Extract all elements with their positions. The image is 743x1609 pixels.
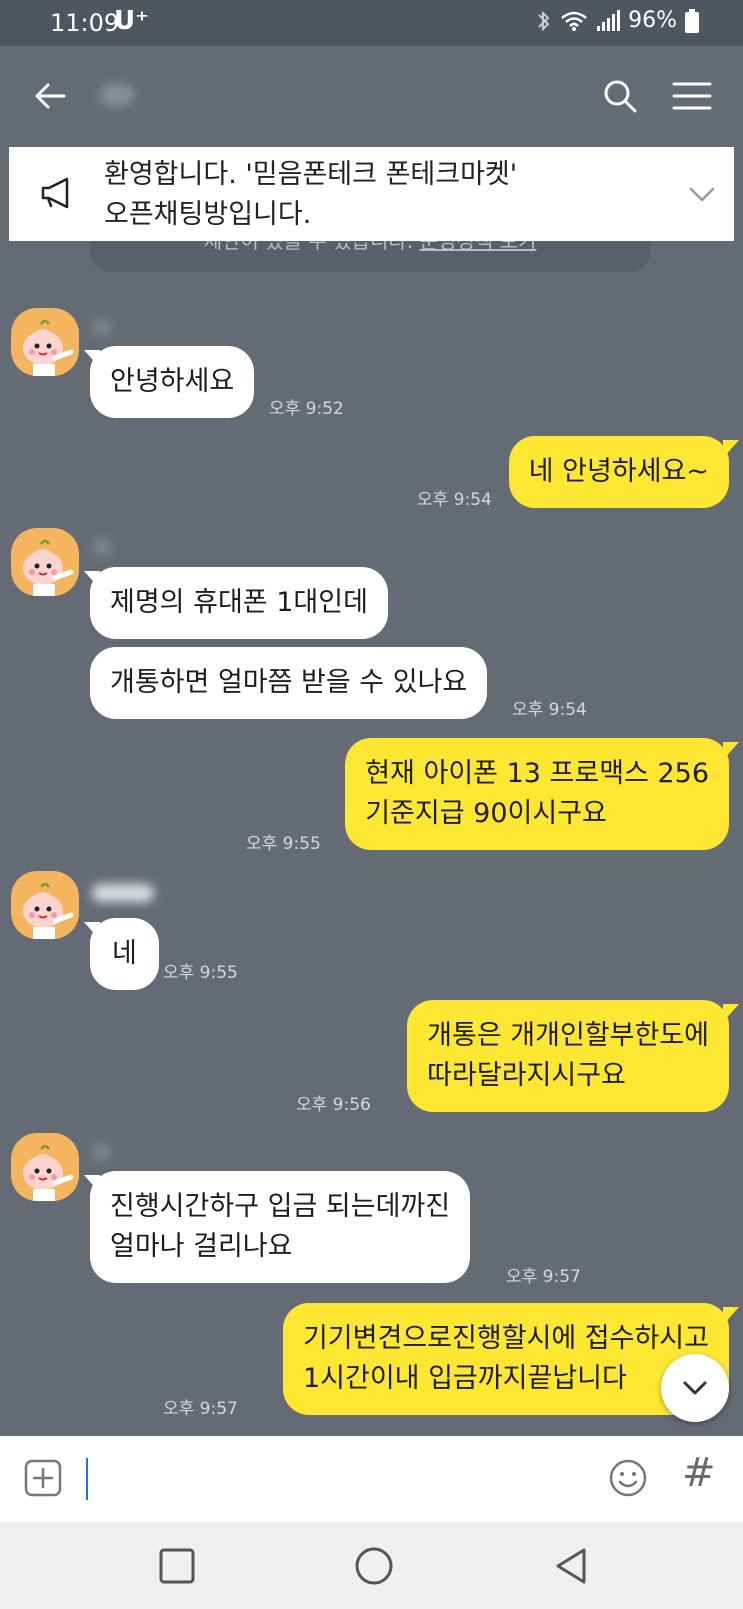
message-bubble-outgoing[interactable]: 네 안녕하세요~ (508, 436, 729, 508)
message-bubble-outgoing[interactable]: 개통은 개개인할부한도에 따라달라지시구요 (407, 1000, 729, 1112)
status-bar: 11:09 U⁺ 96% (0, 0, 743, 46)
signal-icon (597, 9, 621, 31)
message-text: 개통하면 얼마쯤 받을 수 있나요 (110, 667, 468, 698)
recent-apps-icon[interactable] (155, 1544, 199, 1588)
back-arrow-icon[interactable] (30, 76, 70, 116)
avatar[interactable] (11, 308, 79, 376)
message-bubble-incoming[interactable]: 진행시간하구 입금 되는데까진 얼마나 걸리나요 (90, 1171, 471, 1283)
hashtag-button[interactable]: # (682, 1450, 722, 1500)
status-time: 11:09 (50, 9, 120, 37)
back-nav-icon[interactable] (550, 1544, 594, 1588)
search-icon[interactable] (600, 76, 640, 116)
message-text: 현재 아이폰 13 프로맥스 256 기준지급 90이시구요 (365, 758, 709, 829)
avatar[interactable] (11, 1133, 79, 1201)
chat-room-title (100, 84, 134, 106)
sender-name (92, 538, 112, 556)
battery-icon (685, 8, 699, 33)
notice-subtext: 제안이 있을 수 있습니다. 운영정책 보기 (90, 238, 650, 272)
sender-name (92, 884, 154, 902)
message-bubble-outgoing[interactable]: 현재 아이폰 13 프로맥스 256 기준지급 90이시구요 (345, 738, 729, 850)
message-bubble-incoming[interactable]: 제명의 휴대폰 1대인데 (90, 567, 388, 639)
message-time: 오후 9:55 (246, 834, 321, 854)
notice-text: 환영합니다. '믿음폰테크 폰테크마켓' 오픈채팅방입니다. (104, 159, 518, 230)
chat-header (0, 46, 743, 146)
sender-name (92, 318, 112, 336)
message-bubble-incoming[interactable]: 네 (90, 918, 159, 990)
peach-avatar-icon (23, 882, 74, 939)
status-carrier: U⁺ (114, 6, 149, 36)
message-text: 네 (112, 938, 137, 969)
avatar[interactable] (11, 528, 79, 596)
emoji-icon[interactable] (608, 1458, 648, 1498)
sender-name (92, 1143, 112, 1161)
status-icons: 96% (536, 8, 699, 33)
message-bubble-incoming[interactable]: 안녕하세요 (90, 346, 255, 418)
avatar[interactable] (11, 871, 79, 939)
message-text: 네 안녕하세요~ (528, 456, 709, 487)
message-time: 오후 9:54 (512, 700, 587, 720)
message-text: 기기변견으로진행할시에 접수하시고 1시간이내 입금까지끝납니다 (302, 1323, 709, 1394)
battery-percent: 96% (628, 8, 677, 33)
message-time: 오후 9:55 (163, 963, 238, 983)
text-caret (86, 1458, 88, 1500)
bluetooth-icon (538, 10, 550, 31)
message-time: 오후 9:54 (417, 490, 492, 510)
scroll-to-bottom-button[interactable] (661, 1354, 729, 1422)
message-time: 오후 9:52 (269, 399, 344, 419)
peach-avatar-icon (23, 319, 74, 376)
wifi-icon (561, 11, 587, 31)
plus-icon[interactable] (24, 1459, 62, 1497)
peach-avatar-icon (23, 539, 74, 596)
message-time: 오후 9:57 (506, 1267, 581, 1287)
home-icon[interactable] (352, 1544, 396, 1588)
megaphone-icon (41, 177, 69, 209)
message-text: 개통은 개개인할부한도에 따라달라지시구요 (427, 1020, 709, 1091)
message-bubble-incoming[interactable]: 개통하면 얼마쯤 받을 수 있나요 (90, 647, 488, 719)
hamburger-menu-icon[interactable] (670, 76, 714, 116)
message-text: 안녕하세요 (110, 366, 235, 397)
chevron-down-icon[interactable] (685, 177, 719, 211)
message-input[interactable] (86, 1454, 586, 1504)
message-text: 제명의 휴대폰 1대인데 (110, 587, 368, 618)
message-time: 오후 9:57 (163, 1399, 238, 1419)
notice-banner[interactable]: 환영합니다. '믿음폰테크 폰테크마켓' 오픈채팅방입니다. (9, 147, 734, 241)
message-input-bar: # (0, 1436, 743, 1522)
message-time: 오후 9:56 (296, 1095, 371, 1115)
system-nav-bar (0, 1522, 743, 1609)
chevron-down-icon (683, 1381, 707, 1395)
message-text: 진행시간하구 입금 되는데까진 얼마나 걸리나요 (110, 1191, 451, 1262)
peach-avatar-icon (23, 1144, 74, 1201)
